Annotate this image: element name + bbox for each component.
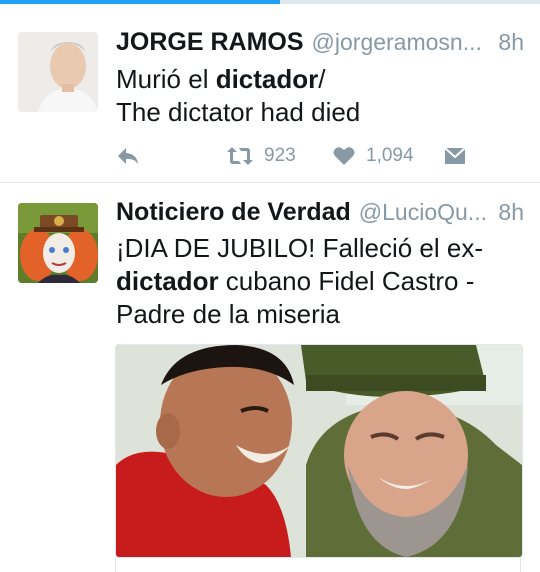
like-count: 1,094 [366, 145, 414, 166]
active-tab-underline [0, 0, 280, 4]
tweet-text: ¡DIA DE JUBILO! Falleció el ex-dictador … [116, 232, 522, 331]
display-name[interactable]: JORGE RAMOS [116, 28, 304, 57]
tweet-text-line: Padre de la miseria [116, 298, 522, 331]
user-handle[interactable]: @jorgeramosn... [312, 29, 489, 56]
user-handle[interactable]: @LucioQu... [359, 199, 489, 226]
top-tab-indicator [0, 0, 540, 4]
reply-icon [118, 148, 138, 164]
timestamp[interactable]: 8h [498, 29, 524, 56]
text-run: Murió el [116, 64, 216, 94]
tweet-photo[interactable] [115, 344, 523, 558]
like-button[interactable]: 1,094 [332, 141, 414, 171]
avatar[interactable] [18, 203, 98, 283]
tweet[interactable]: JORGE RAMOS @jorgeramosn... 8h Murió el … [0, 14, 540, 183]
retweet-icon [227, 147, 253, 165]
heart-icon [333, 147, 355, 165]
avatar[interactable] [18, 32, 98, 112]
timestamp[interactable]: 8h [498, 199, 524, 226]
text-run: Padre de la miseria [116, 299, 340, 329]
text-run: / [318, 64, 326, 94]
envelope-icon [444, 147, 466, 164]
reply-button[interactable] [116, 141, 140, 171]
tweet-header: Noticiero de Verdad @LucioQu... 8h [116, 198, 524, 230]
direct-message-button[interactable] [444, 141, 466, 171]
tweet-text: Murió el dictador/The dictator had died [116, 63, 522, 129]
text-run: The dictator had died [116, 97, 361, 127]
tweet-header: JORGE RAMOS @jorgeramosn... 8h [116, 28, 524, 60]
display-name[interactable]: Noticiero de Verdad [116, 198, 351, 227]
photo-card-edge [115, 557, 521, 572]
bold-text: dictador [116, 266, 219, 296]
retweet-count: 923 [264, 145, 296, 166]
tweet-text-line: The dictator had died [116, 96, 522, 129]
tweet-text-line: dictador cubano Fidel Castro - [116, 265, 522, 298]
text-run: cubano Fidel Castro - [218, 266, 475, 296]
retweet-button[interactable]: 923 [226, 141, 296, 171]
tweet-text-line: ¡DIA DE JUBILO! Falleció el ex- [116, 232, 522, 265]
tweet-text-line: Murió el dictador/ [116, 63, 522, 96]
bold-text: dictador [215, 64, 319, 94]
text-run: ¡DIA DE JUBILO! Falleció el ex- [116, 233, 483, 263]
tweet[interactable]: Noticiero de Verdad @LucioQu... 8h ¡DIA … [0, 183, 540, 572]
tweet-actions: 923 1,094 [116, 141, 536, 171]
